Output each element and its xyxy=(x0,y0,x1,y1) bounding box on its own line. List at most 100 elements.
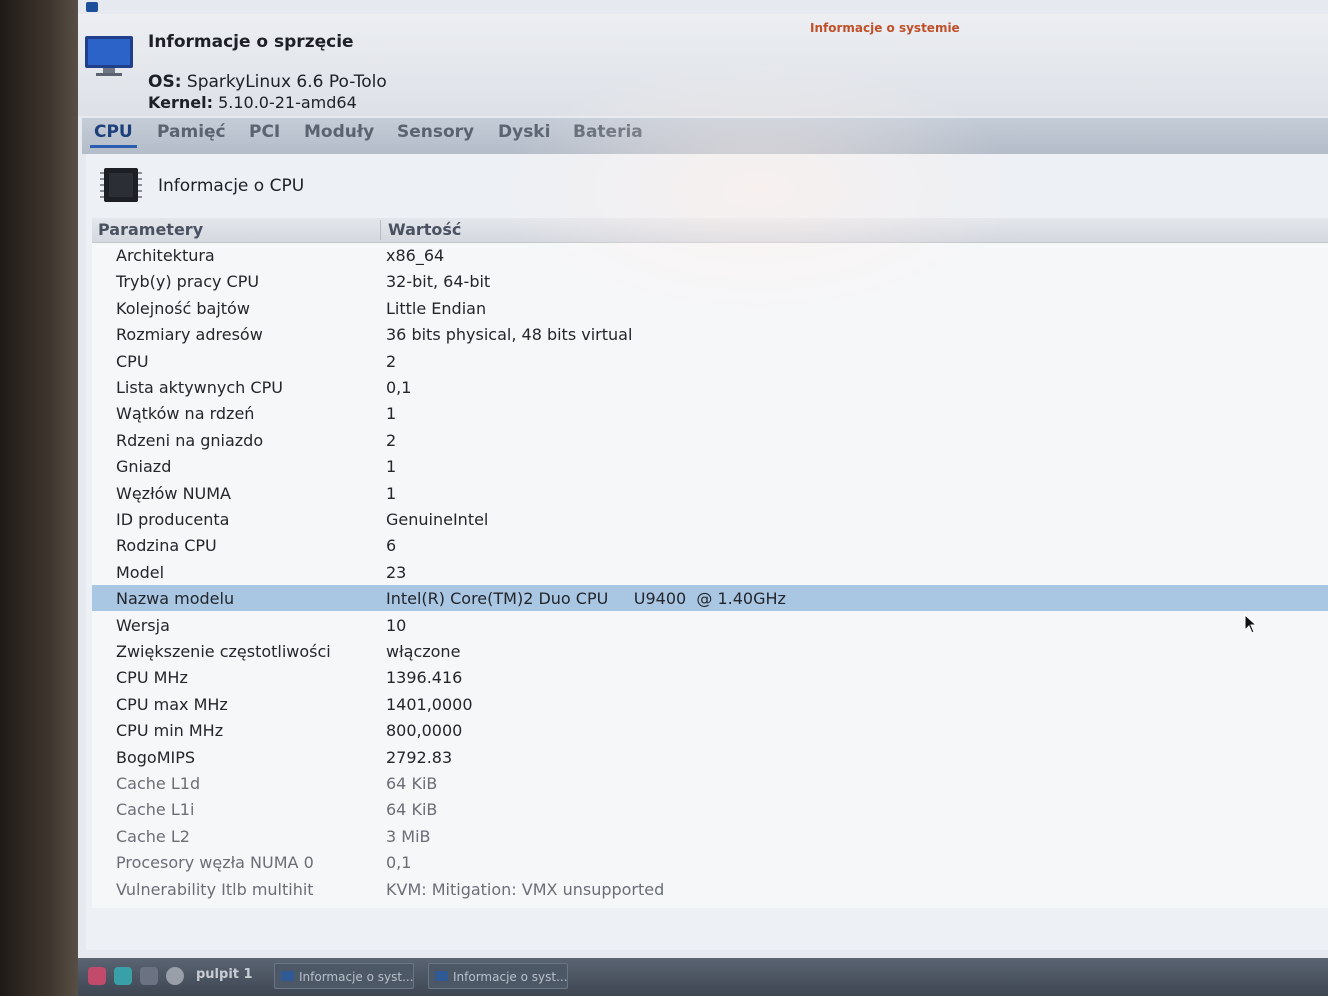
table-row[interactable]: CPU 2 xyxy=(92,348,1328,374)
panel-title: Informacje o CPU xyxy=(158,176,305,196)
tab-battery[interactable]: Bateria xyxy=(573,122,643,142)
table-row[interactable]: BogoMIPS 2792.83 xyxy=(92,744,1328,770)
desktop-switcher[interactable]: pulpit 1 xyxy=(196,967,253,982)
table-row[interactable]: Tryb(y) pracy CPU 32-bit, 64-bit xyxy=(92,268,1328,294)
table-row[interactable]: Cache L1i 64 KiB xyxy=(92,796,1328,822)
param-cell: Cache L2 xyxy=(116,826,190,846)
kernel-line: Kernel: 5.10.0-21-amd64 xyxy=(148,93,357,112)
os-line: OS: SparkyLinux 6.6 Po-Tolo xyxy=(148,72,387,92)
taskbar-window-label: Informacje o syst... xyxy=(299,970,414,984)
value-cell: x86_64 xyxy=(386,246,445,265)
param-cell: CPU xyxy=(116,351,149,371)
param-cell: Cache L1i xyxy=(116,800,195,820)
tab-cpu[interactable]: CPU xyxy=(90,122,137,148)
window-title: Informacje o systemie xyxy=(810,21,960,35)
param-cell: Cache L1d xyxy=(116,774,201,793)
taskbar-window-2[interactable]: Informacje o syst... xyxy=(428,963,568,989)
hardware-title: Informacje o sprzęcie xyxy=(148,32,354,52)
table-row[interactable]: Vulnerability Itlb multihit KVM: Mitigati… xyxy=(92,876,1328,902)
value-cell: 1 xyxy=(386,457,397,477)
param-cell: Architektura xyxy=(116,246,215,265)
value-cell: 2792.83 xyxy=(386,747,453,767)
mouse-cursor-icon xyxy=(1244,614,1258,634)
value-cell: 2 xyxy=(386,351,397,371)
param-cell: Procesory węzła NUMA 0 xyxy=(116,853,314,873)
value-cell: 3 MiB xyxy=(386,826,431,846)
table-row[interactable]: Rodzina CPU 6 xyxy=(92,532,1328,558)
table-row[interactable]: Wątków na rdzeń 1 xyxy=(92,400,1328,426)
table-row[interactable]: Architektura x86_64 xyxy=(92,242,1328,268)
column-divider[interactable] xyxy=(380,220,381,240)
app-menu-icon[interactable] xyxy=(86,2,98,12)
param-cell: Kolejność bajtów xyxy=(116,298,250,318)
cpu-panel: Informacje o CPU Parametery Wartość Arch… xyxy=(86,154,1328,950)
table-row[interactable]: Węzłów NUMA 1 xyxy=(92,480,1328,506)
param-cell: Model xyxy=(116,562,165,582)
param-cell: Nazwa modelu xyxy=(116,589,235,609)
value-cell: Intel(R) Core(TM)2 Duo CPU U9400 @ 1.40G… xyxy=(386,589,786,609)
param-cell: Rodzina CPU xyxy=(116,536,217,556)
table-row[interactable]: Model 23 xyxy=(92,559,1328,585)
taskbar-window-label: Informacje o syst... xyxy=(453,970,568,984)
param-cell: Wątków na rdzeń xyxy=(116,404,255,424)
table-row[interactable]: CPU MHz 1396.416 xyxy=(92,664,1328,690)
table-row[interactable]: Procesory węzła NUMA 0 0,1 xyxy=(92,849,1328,875)
value-cell: 1396.416 xyxy=(386,668,463,688)
header: Informacje o sprzęcie OS: SparkyLinux 6.… xyxy=(78,14,1328,116)
table-row[interactable]: Kolejność bajtów Little Endian xyxy=(92,295,1328,321)
kernel-value: 5.10.0-21-amd64 xyxy=(218,93,357,112)
value-cell: 23 xyxy=(386,562,407,582)
clock-icon[interactable] xyxy=(166,967,184,985)
column-header-value[interactable]: Wartość xyxy=(388,220,461,239)
value-cell: GenuineIntel xyxy=(386,510,489,529)
param-cell: ID producenta xyxy=(116,510,230,529)
tab-modules[interactable]: Moduły xyxy=(304,122,374,142)
cpu-chip-icon xyxy=(100,168,142,202)
table-row[interactable]: Cache L2 3 MiB xyxy=(92,823,1328,849)
table-row[interactable]: Lista aktywnych CPU 0,1 xyxy=(92,374,1328,400)
cpu-info-table[interactable]: Parametery Wartość Architektura x86_64 Try… xyxy=(92,218,1328,908)
table-row[interactable]: Nazwa modelu Intel(R) Core(TM)2 Duo CPU U… xyxy=(92,585,1328,612)
os-label: OS: xyxy=(148,72,182,92)
table-row[interactable]: Rozmiary adresów 36 bits physical, 48 bit… xyxy=(92,321,1328,347)
table-row[interactable]: CPU max MHz 1401,0000 xyxy=(92,691,1328,717)
value-cell: 36 bits physical, 48 bits virtual xyxy=(386,325,633,345)
value-cell: 64 KiB xyxy=(386,800,438,820)
taskbar: pulpit 1 Informacje o syst... Informacje… xyxy=(78,958,1328,996)
value-cell: 6 xyxy=(386,536,397,556)
table-row[interactable]: ID producenta GenuineIntel xyxy=(92,506,1328,532)
value-cell: włączone xyxy=(386,642,461,661)
param-cell: Zwiększenie częstotliwości xyxy=(116,642,331,661)
taskbar-window-1[interactable]: Informacje o syst... xyxy=(274,963,414,989)
menu-icon[interactable] xyxy=(88,967,106,985)
tab-pci[interactable]: PCI xyxy=(249,122,280,142)
value-cell: 800,0000 xyxy=(386,721,463,741)
tab-sensors[interactable]: Sensory xyxy=(397,122,474,142)
window-icon xyxy=(281,971,294,981)
param-cell: Rozmiary adresów xyxy=(116,325,263,345)
file-manager-icon[interactable] xyxy=(114,967,132,985)
table-header: Parametery Wartość xyxy=(92,218,1328,243)
monitor-bezel xyxy=(0,0,80,996)
column-header-parameters[interactable]: Parametery xyxy=(98,220,203,239)
tab-memory[interactable]: Pamięć xyxy=(157,122,226,142)
value-cell: 10 xyxy=(386,615,407,635)
settings-icon[interactable] xyxy=(140,967,158,985)
table-row[interactable]: Cache L1d 64 KiB xyxy=(92,770,1328,796)
param-cell: Rdzeni na gniazdo xyxy=(116,430,264,450)
value-cell: 1 xyxy=(386,483,397,503)
param-cell: BogoMIPS xyxy=(116,747,196,767)
param-cell: Węzłów NUMA xyxy=(116,483,231,503)
tab-disks[interactable]: Dyski xyxy=(498,122,550,142)
table-row[interactable]: Wersja 10 xyxy=(92,612,1328,638)
value-cell: 32-bit, 64-bit xyxy=(386,272,491,292)
table-row[interactable]: Rdzeni na gniazdo 2 xyxy=(92,427,1328,453)
param-cell: Lista aktywnych CPU xyxy=(116,378,283,397)
screen: Informacje o sprzęcie OS: SparkyLinux 6.… xyxy=(78,0,1328,996)
table-row[interactable]: Gniazd 1 xyxy=(92,453,1328,479)
table-row[interactable]: CPU min MHz 800,0000 xyxy=(92,717,1328,743)
value-cell: 1 xyxy=(386,404,397,424)
table-row[interactable]: Zwiększenie częstotliwości włączone xyxy=(92,638,1328,664)
param-cell: CPU MHz xyxy=(116,668,188,688)
value-cell: 0,1 xyxy=(386,853,412,873)
